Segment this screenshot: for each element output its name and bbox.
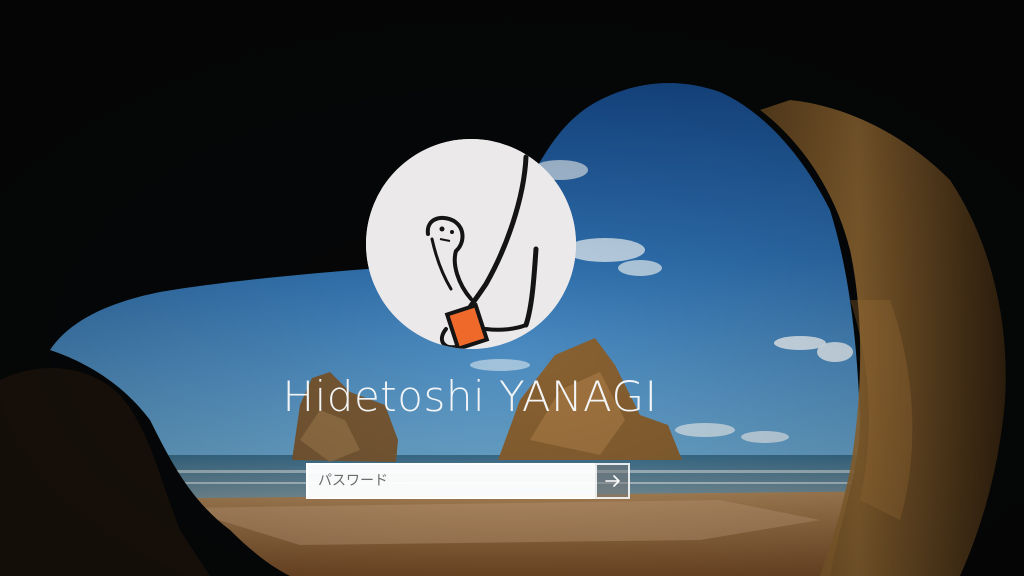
arrow-right-icon: [604, 475, 620, 487]
user-avatar: [366, 139, 576, 349]
user-name: Hidetoshi YANAGI: [282, 372, 658, 421]
avatar-illustration-icon: [366, 139, 576, 349]
submit-button[interactable]: [595, 463, 630, 499]
password-input[interactable]: [306, 463, 595, 499]
lock-screen: Hidetoshi YANAGI: [0, 0, 1024, 576]
password-box: [306, 463, 630, 499]
